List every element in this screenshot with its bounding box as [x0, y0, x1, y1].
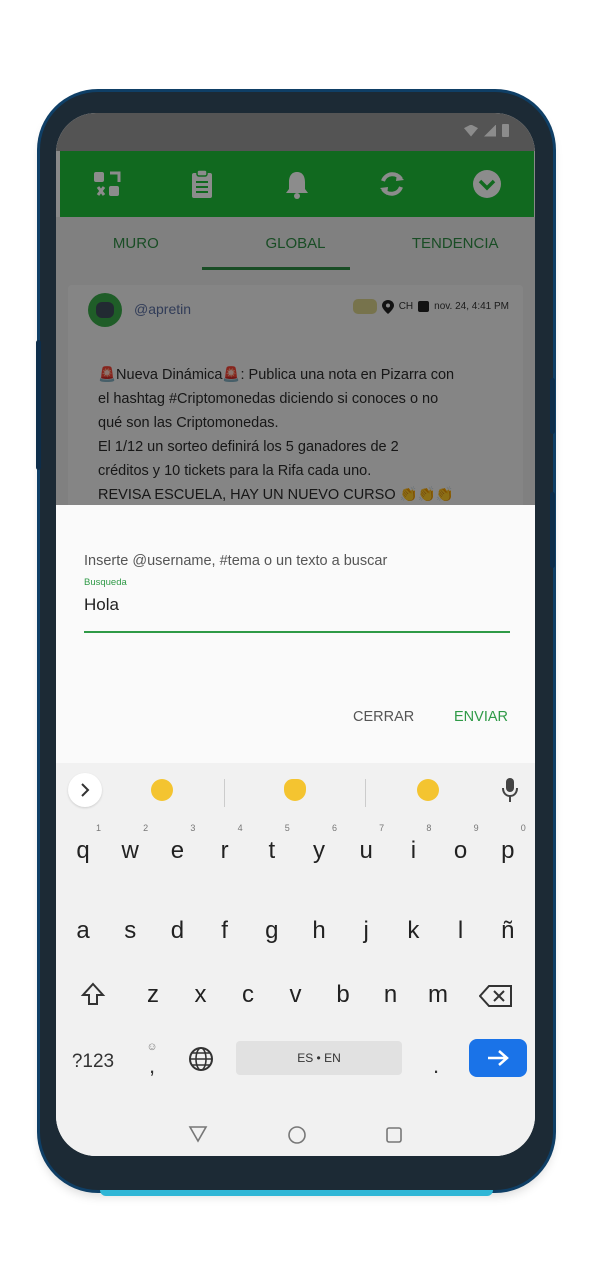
key-y[interactable]: 6y [297, 821, 341, 873]
key-h[interactable]: h [297, 905, 341, 957]
key-g[interactable]: g [250, 905, 294, 957]
expand-toolbar-button[interactable] [68, 773, 102, 807]
chevron-right-icon [81, 783, 90, 797]
phone-screen: MURO GLOBAL TENDENCIA @apretin CH nov. 2… [56, 113, 535, 1156]
key-o[interactable]: 9o [439, 821, 483, 873]
key-hint: 6 [331, 823, 337, 833]
key-q[interactable]: 1q [61, 821, 105, 873]
key-a[interactable]: a [61, 905, 105, 957]
power-button [550, 378, 555, 434]
key-hint: 4 [237, 823, 243, 833]
divider [224, 779, 225, 807]
send-button[interactable]: ENVIAR [454, 709, 508, 725]
key-p[interactable]: 0p [486, 821, 530, 873]
key-hint: 5 [284, 823, 290, 833]
key-l[interactable]: l [439, 905, 483, 957]
key-s[interactable]: s [108, 905, 152, 957]
volume-button [550, 492, 555, 568]
keyboard-toolbar [56, 763, 535, 821]
key-u[interactable]: 7u [344, 821, 388, 873]
back-triangle-icon[interactable] [188, 1125, 208, 1143]
key-hint: 0 [520, 823, 526, 833]
backspace-icon[interactable] [479, 984, 513, 1008]
key-v[interactable]: v [274, 969, 318, 1021]
home-circle-icon[interactable] [287, 1125, 307, 1145]
shift-icon[interactable] [80, 981, 106, 1007]
divider [365, 779, 366, 807]
key-c[interactable]: c [226, 969, 270, 1021]
search-input-underline [84, 631, 510, 633]
key-hint: 2 [143, 823, 149, 833]
key-z[interactable]: z [131, 969, 175, 1021]
comma-key[interactable]: , [140, 1053, 164, 1079]
emoji-suggestion-3-icon[interactable] [417, 779, 439, 801]
key-e[interactable]: 3e [155, 821, 199, 873]
key-f[interactable]: f [203, 905, 247, 957]
emoji-hint: ☺ [146, 1041, 158, 1053]
system-nav-bar [56, 1113, 535, 1156]
key-hint: 1 [95, 823, 101, 833]
side-button-left [36, 340, 41, 470]
modal-scrim[interactable] [56, 113, 535, 505]
symbols-key[interactable]: ?123 [68, 1051, 118, 1073]
period-key[interactable]: . [426, 1053, 446, 1079]
key-b[interactable]: b [321, 969, 365, 1021]
key-k[interactable]: k [391, 905, 435, 957]
key-hint: 8 [426, 823, 432, 833]
key-j[interactable]: j [344, 905, 388, 957]
key-n[interactable]: n [369, 969, 413, 1021]
search-dialog: Inserte @username, #tema o un texto a bu… [56, 505, 535, 763]
key-hint: 7 [379, 823, 385, 833]
search-floating-label: Busqueda [84, 577, 127, 588]
close-button[interactable]: CERRAR [353, 709, 414, 725]
key-i[interactable]: 8i [391, 821, 435, 873]
key-d[interactable]: d [155, 905, 199, 957]
key-ñ[interactable]: ñ [486, 905, 530, 957]
emoji-suggestion-1-icon[interactable] [151, 779, 173, 801]
space-bar[interactable]: ES • EN [236, 1041, 402, 1075]
key-t[interactable]: 5t [250, 821, 294, 873]
key-x[interactable]: x [179, 969, 223, 1021]
search-input[interactable] [84, 595, 504, 615]
globe-icon[interactable] [188, 1046, 214, 1072]
emoji-suggestion-2-icon[interactable] [284, 779, 306, 801]
recents-square-icon[interactable] [385, 1126, 403, 1144]
key-w[interactable]: 2w [108, 821, 152, 873]
search-label: Inserte @username, #tema o un texto a bu… [84, 553, 388, 569]
arrow-right-icon [488, 1050, 509, 1066]
key-hint: 9 [473, 823, 479, 833]
microphone-icon[interactable] [501, 777, 519, 803]
key-r[interactable]: 4r [203, 821, 247, 873]
soft-keyboard: 1q2w3e4r5t6y7u8i9o0p asdfghjklñ zxcvbnm … [56, 763, 535, 1156]
key-m[interactable]: m [416, 969, 460, 1021]
key-hint: 3 [190, 823, 196, 833]
enter-key[interactable] [469, 1039, 527, 1077]
